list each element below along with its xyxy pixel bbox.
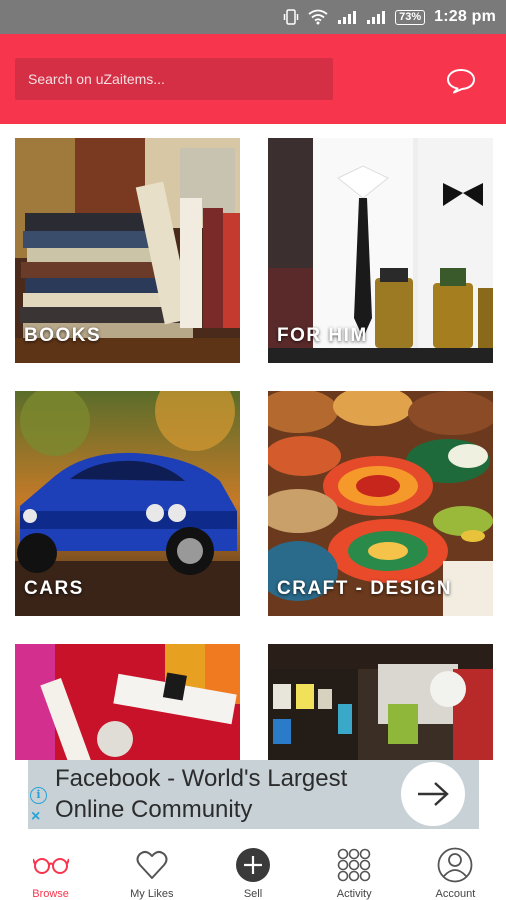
ad-text: Facebook - World's Largest Online Commun… — [55, 765, 348, 823]
heart-icon — [136, 847, 168, 883]
user-icon — [437, 847, 473, 883]
category-tile-craft-design[interactable]: CRAFT - DESIGN — [268, 391, 493, 616]
nav-item-browse[interactable]: Browse — [0, 829, 101, 900]
clock: 1:28 pm — [434, 8, 496, 25]
beauty-image — [15, 644, 240, 760]
signal-icon — [337, 9, 357, 25]
category-label: CRAFT - DESIGN — [277, 578, 453, 599]
category-grid: BOOKS FOR HIM CARS CRAFT - DESIGN — [0, 124, 506, 760]
ad-arrow-button[interactable] — [401, 762, 465, 826]
category-label: BOOKS — [24, 325, 102, 346]
signal-icon-2 — [366, 9, 386, 25]
status-bar: 73% 1:28 pm — [0, 0, 506, 34]
nav-label: Sell — [243, 888, 263, 900]
arrow-right-icon — [418, 782, 449, 806]
nav-item-sell[interactable]: Sell — [202, 829, 303, 900]
category-tile-books[interactable]: BOOKS — [15, 138, 240, 363]
nav-label: Account — [435, 888, 476, 900]
plus-circle-icon — [235, 847, 271, 883]
category-label: CARS — [24, 578, 84, 599]
ad-info-icon[interactable]: i — [30, 787, 47, 804]
bottom-nav: Browse My Likes Sell Activity Account — [0, 829, 506, 900]
glasses-icon — [32, 847, 69, 883]
vibrate-icon — [283, 9, 299, 25]
ad-banner[interactable]: i × Facebook - World's Largest Online Co… — [28, 760, 479, 829]
search-input[interactable]: Search on uZaitems... — [15, 58, 333, 100]
chat-icon[interactable] — [446, 68, 476, 94]
nav-label: Browse — [32, 888, 69, 900]
search-placeholder: Search on uZaitems... — [28, 71, 165, 87]
nav-item-activity[interactable]: Activity — [304, 829, 405, 900]
category-label: FOR HIM — [277, 325, 368, 346]
nav-item-account[interactable]: Account — [405, 829, 506, 900]
fashion-store-image — [268, 644, 493, 760]
nav-label: My Likes — [130, 888, 174, 900]
category-tile-cars[interactable]: CARS — [15, 391, 240, 616]
nav-item-my-likes[interactable]: My Likes — [101, 829, 202, 900]
app-header: Search on uZaitems... — [0, 34, 506, 124]
ad-close-icon[interactable]: × — [31, 809, 40, 825]
category-tile-beauty[interactable] — [15, 644, 240, 760]
wifi-icon — [308, 9, 328, 25]
category-tile-for-him[interactable]: FOR HIM — [268, 138, 493, 363]
battery-indicator: 73% — [395, 9, 426, 25]
nav-label: Activity — [336, 888, 372, 900]
category-tile-fashion[interactable] — [268, 644, 493, 760]
dots-grid-icon — [337, 847, 371, 883]
